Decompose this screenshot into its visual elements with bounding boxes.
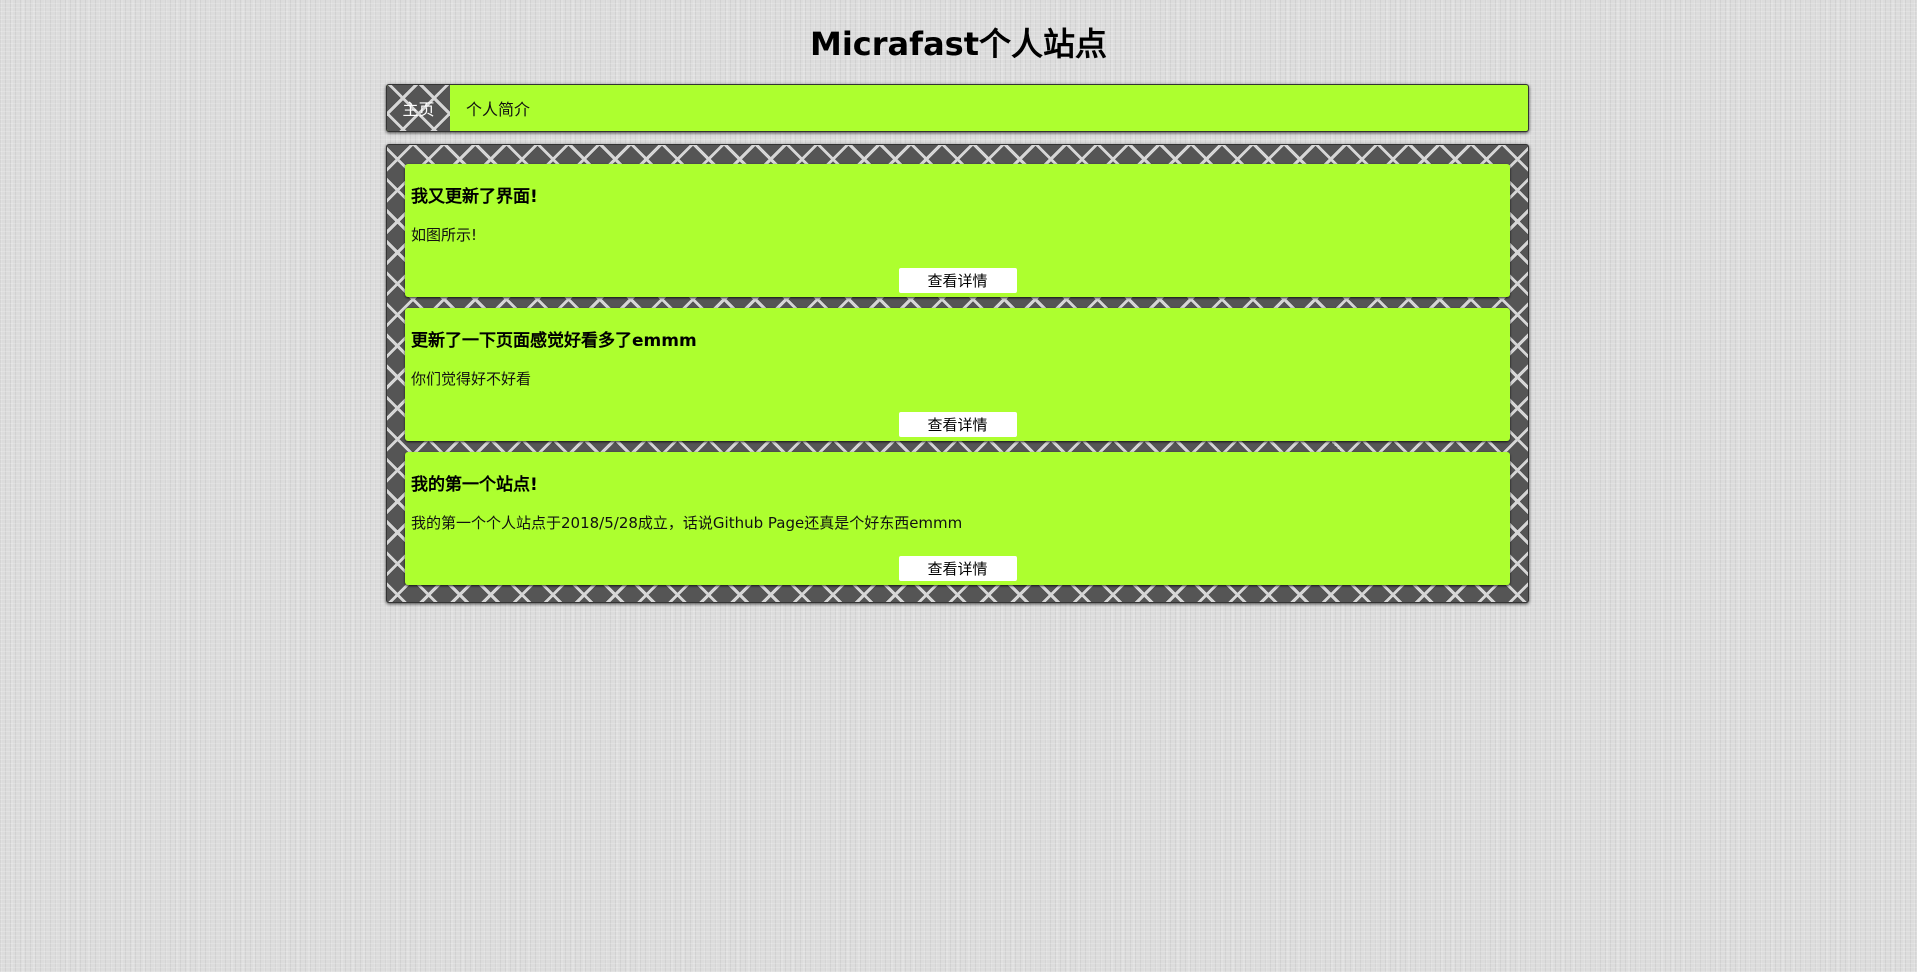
navbar: 主页 个人简介 (386, 84, 1529, 132)
post-title: 我的第一个站点! (411, 475, 538, 495)
post-title: 更新了一下页面感觉好看多了emmm (411, 331, 697, 351)
view-details-button[interactable]: 查看详情 (898, 412, 1017, 437)
site-title: Micrafast个人站点 (809, 25, 1108, 63)
main-container: 主页 个人简介 我又更新了界面! 如图所示! 查看详情 更新了一下页面感觉好看多… (386, 84, 1529, 603)
post-list: 我又更新了界面! 如图所示! 查看详情 更新了一下页面感觉好看多了emmm 你们… (386, 144, 1529, 603)
post-card: 更新了一下页面感觉好看多了emmm 你们觉得好不好看 查看详情 (405, 308, 1510, 441)
nav-item-home[interactable]: 主页 (387, 85, 450, 131)
nav-item-about[interactable]: 个人简介 (450, 85, 530, 131)
post-title: 我又更新了界面! (411, 187, 538, 207)
post-card: 我又更新了界面! 如图所示! 查看详情 (405, 164, 1510, 297)
post-excerpt: 我的第一个个人站点于2018/5/28成立，话说Github Page还真是个好… (411, 514, 963, 532)
view-details-button[interactable]: 查看详情 (898, 268, 1017, 293)
view-details-button[interactable]: 查看详情 (898, 556, 1017, 581)
post-card: 我的第一个站点! 我的第一个个人站点于2018/5/28成立，话说Github … (405, 452, 1510, 585)
post-excerpt: 如图所示! (411, 226, 478, 244)
post-excerpt: 你们觉得好不好看 (411, 370, 532, 388)
